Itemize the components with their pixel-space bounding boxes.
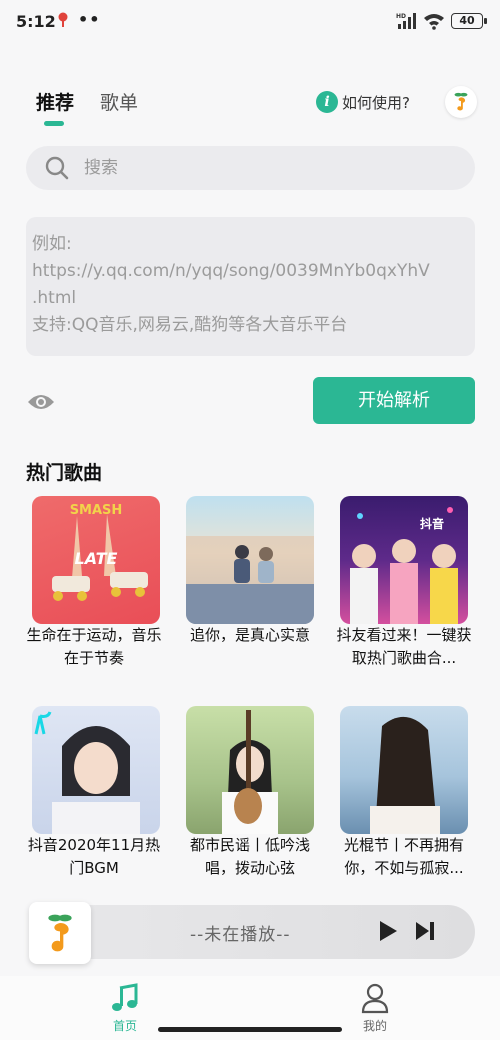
eye-icon[interactable] [26, 390, 56, 414]
search-input[interactable] [84, 158, 444, 178]
hot-songs-title: 热门歌曲 [26, 462, 103, 484]
orange-note-logo-icon [454, 92, 468, 111]
svg-text:SMASH: SMASH [70, 503, 123, 518]
song-title: 都市民谣丨低吟浅 唱，拨动心弦 [189, 836, 310, 877]
tab-active-indicator [44, 121, 64, 126]
tab-playlist[interactable]: 歌单 [100, 88, 138, 115]
tab-recommend[interactable]: 推荐 [36, 88, 74, 115]
status-time: 5:12 [16, 12, 56, 31]
search-bar[interactable] [26, 146, 475, 190]
link-hint-line2: https://y.qq.com/n/yqq/song/0039MnYb0qxY… [32, 261, 430, 281]
link-input-area[interactable]: 例如: https://y.qq.com/n/yqq/song/0039MnYb… [26, 217, 475, 356]
search-icon [45, 156, 69, 180]
location-pin-icon [58, 12, 68, 27]
wifi-icon [424, 14, 444, 30]
home-indicator[interactable] [158, 1027, 342, 1032]
music-note-icon [112, 983, 138, 1011]
link-hint-line1: 例如: [32, 234, 72, 254]
song-cover [186, 706, 314, 834]
nav-home[interactable]: 首页 [95, 982, 155, 1034]
link-hint-line4: 支持:QQ音乐,网易云,酷狗等各大音乐平台 [32, 315, 348, 335]
song-cover: 抖音 [340, 496, 468, 624]
help-label: 如何使用? [342, 93, 410, 112]
nav-mine[interactable]: 我的 [345, 982, 405, 1034]
song-title: 生命在于运动，音乐 在于节奏 [26, 626, 162, 667]
song-title: 光棍节丨不再拥有 你，不如与孤寂... [343, 836, 464, 877]
skip-next-icon[interactable] [414, 920, 436, 942]
link-hint-line3: .html [32, 288, 77, 308]
song-cover: SMASH LATE [32, 496, 160, 624]
svg-text:LATE: LATE [75, 549, 118, 568]
orange-note-logo-icon [48, 914, 72, 952]
svg-text:抖音: 抖音 [420, 516, 444, 531]
user-icon [361, 983, 389, 1014]
song-cover [186, 496, 314, 624]
battery-icon: 40 [451, 13, 487, 29]
player-cover[interactable] [29, 902, 91, 964]
nav-mine-label: 我的 [362, 1019, 387, 1033]
status-bar: 5:12 •• HD 40 [0, 0, 500, 44]
song-title: 抖音2020年11月热 门BGM [27, 836, 161, 877]
parse-button[interactable]: 开始解析 [313, 377, 475, 424]
app-logo[interactable] [445, 86, 477, 118]
song-title: 追你，是真心实意 [189, 626, 310, 644]
nav-home-label: 首页 [112, 1019, 137, 1033]
svg-text:HD: HD [396, 13, 406, 20]
song-cover [340, 706, 468, 834]
player-status: --未在播放-- [190, 925, 291, 945]
play-icon[interactable] [378, 920, 398, 942]
notification-dots: •• [78, 10, 101, 29]
help-link[interactable]: i 如何使用? [316, 90, 410, 114]
info-icon: i [316, 91, 338, 113]
signal-icon: HD [396, 13, 416, 29]
song-cover [32, 706, 160, 834]
song-title: 抖友看过来！一键获 取热门歌曲合... [336, 626, 472, 667]
